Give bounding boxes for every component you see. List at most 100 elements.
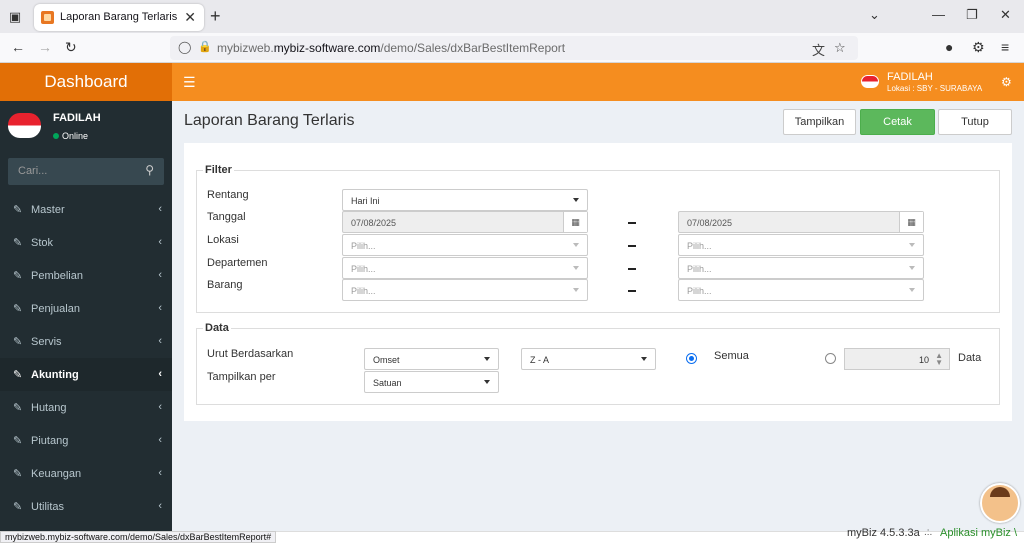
url-text[interactable]: mybizweb.mybiz-software.com/demo/Sales/d… (217, 41, 565, 55)
barang-from-select[interactable]: Pilih... (342, 279, 588, 301)
extensions-icon[interactable]: ⚙ (972, 39, 985, 56)
lokasi-from-select[interactable]: Pilih... (342, 234, 588, 256)
calendar-icon[interactable]: ▦ (899, 212, 923, 232)
sidebar-item-master[interactable]: ✎ Master ‹ (0, 193, 172, 226)
edit-icon: ✎ (13, 435, 23, 447)
sidebar-user-name: FADILAH (53, 112, 101, 124)
top-header: ☰ FADILAH Lokasi : SBY - SURABAYA ⚙ (172, 63, 1024, 101)
chevron-left-icon: ‹ (158, 302, 162, 314)
barang-label: Barang (207, 279, 243, 291)
status-url-tooltip: mybizweb.mybiz-software.com/demo/Sales/d… (0, 531, 277, 543)
minimize-icon[interactable]: — (932, 7, 945, 22)
tab-overflow-icon[interactable]: ⌄ (869, 7, 880, 23)
date-to-input[interactable]: 07/08/2025 ▦ (678, 211, 924, 233)
sidebar-item-servis[interactable]: ✎ Servis ‹ (0, 325, 172, 358)
urut-value: Omset (373, 355, 400, 365)
chevron-left-icon: ‹ (158, 434, 162, 446)
lokasi-to-placeholder: Pilih... (687, 241, 712, 251)
hamburger-icon[interactable]: ☰ (183, 74, 196, 91)
lock-icon[interactable]: 🔒 (198, 40, 212, 53)
back-icon[interactable]: ← (11, 39, 25, 55)
departemen-from-select[interactable]: Pilih... (342, 257, 588, 279)
sidebar-item-label: Piutang (31, 435, 69, 447)
limit-value: 10 (918, 355, 929, 365)
sidebar-item-akunting[interactable]: ✎ Akunting ‹ (0, 358, 172, 391)
translate-icon[interactable]: 文 (812, 40, 825, 59)
caret-down-icon (484, 357, 490, 361)
sidebar-item-keuangan[interactable]: ✎ Keuangan ‹ (0, 457, 172, 490)
sidebar-item-hutang[interactable]: ✎ Hutang ‹ (0, 391, 172, 424)
semua-radio[interactable] (686, 353, 697, 364)
sidebar-item-label: Pembelian (31, 270, 83, 282)
sidebar-item-label: Penjualan (31, 303, 80, 315)
lokasi-to-select[interactable]: Pilih... (678, 234, 924, 256)
settings-gear-icon[interactable]: ⚙ (1001, 75, 1012, 89)
chevron-left-icon: ‹ (158, 203, 162, 215)
main-content: Laporan Barang Terlaris Tampilkan Cetak … (172, 101, 1024, 531)
departemen-label: Departemen (207, 257, 268, 269)
data-fieldset: Data Urut Berdasarkan Omset Z - A Semua … (196, 322, 1000, 405)
search-icon[interactable]: ⚲ (145, 163, 154, 177)
browser-tabbar: ▣ Laporan Barang Terlaris ✕ + ⌄ — ❐ ✕ (0, 0, 1024, 33)
data-unit-label: Data (958, 352, 982, 364)
caret-down-icon (909, 243, 915, 247)
account-icon[interactable]: ● (945, 39, 953, 55)
user-panel: FADILAH Online (0, 101, 172, 153)
date-from-input[interactable]: 07/08/2025 ▦ (342, 211, 588, 233)
favicon-icon (41, 11, 54, 24)
spinner-icon[interactable]: ▲ ▼ (935, 352, 943, 367)
sidebar-item-pembelian[interactable]: ✎ Pembelian ‹ (0, 259, 172, 292)
tab-list-icon[interactable]: ▣ (6, 8, 24, 26)
sidebar-item-piutang[interactable]: ✎ Piutang ‹ (0, 424, 172, 457)
app-version: myBiz 4.5.3.3a (847, 527, 920, 539)
address-bar[interactable]: ◯ 🔒 mybizweb.mybiz-software.com/demo/Sal… (170, 36, 858, 60)
order-select[interactable]: Z - A (521, 348, 656, 370)
rentang-select[interactable]: Hari Ini (342, 189, 588, 211)
sidebar-search[interactable]: Cari... ⚲ (8, 158, 164, 185)
barang-to-select[interactable]: Pilih... (678, 279, 924, 301)
caret-down-icon (573, 198, 579, 202)
sidebar-search-input[interactable]: Cari... (18, 165, 47, 177)
sidebar-item-utilitas[interactable]: ✎ Utilitas ‹ (0, 490, 172, 523)
tampilkan-select[interactable]: Satuan (364, 371, 499, 393)
urut-label: Urut Berdasarkan (207, 348, 294, 360)
sidebar-item-stok[interactable]: ✎ Stok ‹ (0, 226, 172, 259)
limit-radio[interactable] (825, 353, 836, 364)
brand-logo[interactable]: Dashboard (0, 63, 172, 101)
online-status: Online (53, 131, 88, 141)
shield-icon[interactable]: ◯ (178, 40, 191, 54)
filter-legend: Filter (203, 164, 234, 176)
footer-app-link[interactable]: Aplikasi myBiz \ (940, 527, 1017, 539)
restore-icon[interactable]: ❐ (966, 7, 978, 23)
sidebar-item-label: Hutang (31, 402, 67, 414)
avatar (8, 113, 41, 138)
menu-icon[interactable]: ≡ (1001, 39, 1009, 55)
calendar-icon[interactable]: ▦ (563, 212, 587, 232)
urut-select[interactable]: Omset (364, 348, 499, 370)
data-legend: Data (203, 322, 231, 334)
range-dash (628, 268, 636, 270)
reload-icon[interactable]: ↻ (65, 39, 77, 56)
chevron-left-icon: ‹ (158, 500, 162, 512)
user-flag-icon[interactable] (861, 75, 879, 88)
show-button[interactable]: Tampilkan (783, 109, 856, 135)
header-user-name[interactable]: FADILAH (887, 71, 933, 83)
limit-input[interactable]: 10 ▲ ▼ (844, 348, 950, 370)
bookmark-star-icon[interactable]: ☆ (834, 40, 846, 56)
departemen-to-select[interactable]: Pilih... (678, 257, 924, 279)
print-button[interactable]: Cetak (860, 109, 935, 135)
sidebar-item-penjualan[interactable]: ✎ Penjualan ‹ (0, 292, 172, 325)
close-window-icon[interactable]: ✕ (1000, 7, 1011, 23)
new-tab-icon[interactable]: + (210, 6, 221, 27)
chevron-left-icon: ‹ (158, 401, 162, 413)
online-dot-icon (53, 133, 59, 139)
edit-icon: ✎ (13, 402, 23, 414)
forward-icon[interactable]: → (38, 39, 52, 55)
close-button[interactable]: Tutup (938, 109, 1012, 135)
chat-mascot-icon[interactable] (980, 483, 1020, 523)
browser-tab[interactable]: Laporan Barang Terlaris ✕ (34, 4, 204, 31)
close-tab-icon[interactable]: ✕ (184, 9, 196, 26)
edit-icon: ✎ (13, 303, 23, 315)
edit-icon: ✎ (13, 468, 23, 480)
footer-separator: .:. (924, 527, 933, 538)
